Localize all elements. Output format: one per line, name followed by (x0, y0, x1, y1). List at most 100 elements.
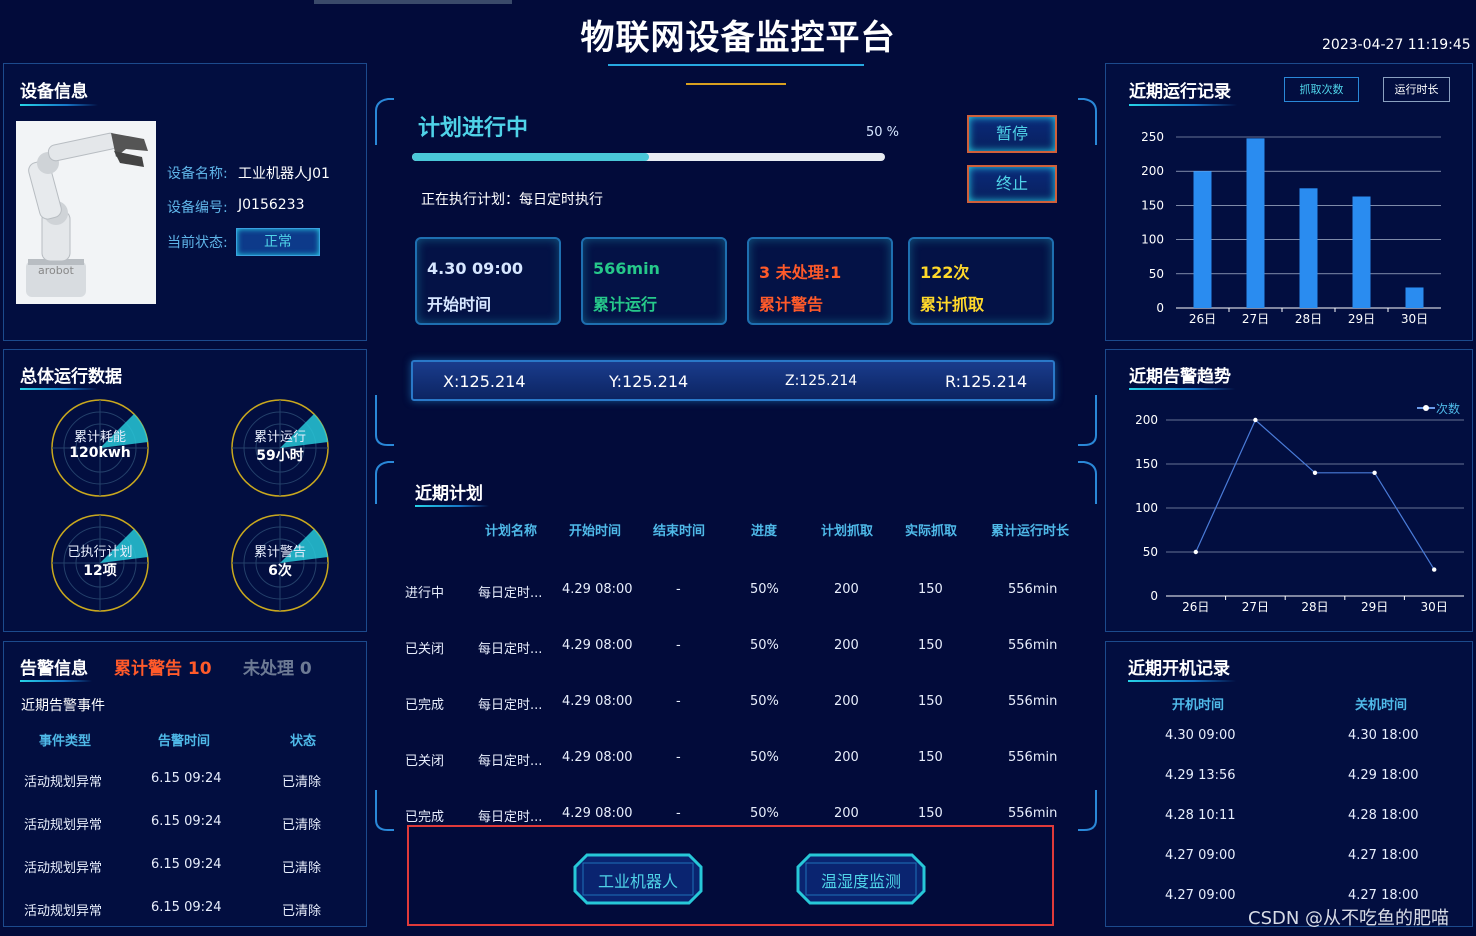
title-underline (20, 104, 98, 106)
table-cell: 200 (834, 694, 859, 709)
stat-card-runtime: 566min 累计运行 (581, 237, 727, 325)
coord-z: Z:125.214 (785, 373, 858, 389)
table-cell: 200 (834, 582, 859, 597)
table-cell: 已关闭 (405, 642, 445, 657)
gauge-runtime: 累计运行 59小时 (230, 398, 330, 498)
gauge-energy: 累计耗能 120kwh (50, 398, 150, 498)
table-cell: 已清除 (282, 904, 322, 919)
x-tick-label: 26日 (1182, 600, 1209, 614)
table-cell: 活动规划异常 (24, 818, 103, 833)
bar (1405, 287, 1424, 308)
table-cell: 已清除 (282, 861, 322, 876)
table-cell: 活动规划异常 (24, 775, 103, 790)
data-point (1253, 417, 1258, 423)
coord-x: X:125.214 (443, 372, 526, 391)
pause-button[interactable]: 暂停 (967, 115, 1057, 153)
progress-label: 50 % (866, 125, 900, 140)
title-underline (20, 680, 92, 682)
table-cell: 4.30 09:00 (1165, 728, 1236, 743)
y-tick-label: 0 (1156, 301, 1164, 315)
device-info-title: 设备信息 (20, 82, 88, 102)
x-tick-label: 28日 (1295, 312, 1322, 326)
table-cell: 6.15 09:24 (151, 814, 222, 829)
watermark: CSDN @从不吃鱼的肥喵 (1248, 908, 1450, 929)
table-cell: 556min (1008, 638, 1058, 653)
tab-alarm-info[interactable]: 告警信息 (20, 654, 88, 679)
y-tick-label: 50 (1143, 545, 1158, 559)
title-underline (20, 388, 98, 390)
col-status: 状态 (290, 734, 317, 749)
stat-value: 3 未处理:1 (759, 263, 842, 282)
humidity-nav-button[interactable]: 温湿度监测 (796, 853, 926, 905)
table-cell: 已完成 (405, 810, 445, 825)
gauge-label: 累计运行 (253, 430, 306, 445)
tab-total-warnings[interactable]: 累计警告 10 (114, 654, 212, 679)
status-badge: 正常 (236, 228, 320, 256)
table-cell: 4.29 08:00 (562, 582, 633, 597)
x-tick-label: 26日 (1189, 312, 1216, 326)
table-cell: 150 (918, 638, 943, 653)
data-point (1312, 470, 1318, 475)
y-tick-label: 100 (1141, 233, 1164, 247)
y-tick-label: 200 (1141, 164, 1164, 178)
table-cell: - (676, 638, 681, 653)
recent-plans-title: 近期计划 (415, 484, 483, 504)
progress-bar (412, 153, 885, 161)
device-status-label: 当前状态: (167, 235, 228, 251)
table-cell: 进行中 (405, 586, 445, 601)
stat-label: 累计运行 (593, 295, 658, 314)
gauge-label: 已执行计划 (67, 545, 133, 560)
bar (1193, 171, 1212, 308)
table-cell: - (676, 806, 681, 821)
table-cell: 556min (1008, 806, 1058, 821)
data-point (1193, 549, 1198, 555)
title-underline-gold (686, 83, 786, 85)
table-cell: - (676, 582, 681, 597)
table-cell: 4.27 09:00 (1165, 848, 1236, 863)
device-name-value: 工业机器人J01 (238, 166, 330, 182)
table-cell: 556min (1008, 582, 1058, 597)
table-cell: 4.29 08:00 (562, 694, 633, 709)
humidity-nav-label: 温湿度监测 (820, 872, 901, 891)
gauge-value: 59小时 (256, 448, 304, 464)
col-total-runtime: 累计运行时长 (991, 524, 1070, 539)
robot-nav-button[interactable]: 工业机器人 (573, 853, 703, 905)
plan-title: 计划进行中 (418, 116, 529, 141)
tab-grab-count[interactable]: 抓取次数 (1284, 77, 1359, 102)
robot-brand: arobot (38, 264, 74, 277)
alarm-trend-title: 近期告警趋势 (1129, 367, 1231, 387)
table-cell: 已清除 (282, 818, 322, 833)
alarm-trend-panel: 近期告警趋势 次数 0 50 100 150 200 26日 27日 28日 29日 30日 (1105, 349, 1473, 632)
gauge-label: 累计警告 (253, 545, 306, 560)
tab-run-duration[interactable]: 运行时长 (1383, 77, 1450, 102)
robot-nav-label: 工业机器人 (597, 872, 678, 891)
y-tick-label: 0 (1150, 589, 1158, 603)
title-underline (415, 505, 489, 507)
table-cell: 150 (918, 750, 943, 765)
col-power-off: 关机时间 (1355, 698, 1408, 713)
nav-highlight-box (407, 825, 1054, 926)
stat-label: 累计警告 (759, 295, 824, 314)
table-cell: 每日定时... (478, 754, 543, 769)
table-cell: 150 (918, 582, 943, 597)
table-cell: 4.28 10:11 (1165, 808, 1236, 823)
power-record-title: 近期开机记录 (1128, 659, 1230, 679)
run-record-panel: 近期运行记录 抓取次数 运行时长 0 50 100 150 200 250 26日 27日 28… (1105, 63, 1473, 341)
stop-button[interactable]: 终止 (967, 165, 1057, 203)
progress-fill (412, 153, 649, 161)
data-point (1432, 567, 1437, 572)
device-id-value: J0156233 (238, 197, 305, 213)
gauge-label: 累计耗能 (73, 430, 126, 445)
x-tick-label: 29日 (1348, 312, 1375, 326)
col-event-type: 事件类型 (39, 734, 92, 749)
y-tick-label: 100 (1135, 501, 1158, 515)
tab-pending[interactable]: 未处理 0 (243, 654, 312, 679)
table-cell: 活动规划异常 (24, 904, 103, 919)
table-cell: 6.15 09:24 (151, 857, 222, 872)
coordinate-bar: X:125.214 Y:125.214 Z:125.214 R:125.214 (411, 360, 1055, 401)
table-cell: 每日定时... (478, 698, 543, 713)
table-cell: 已清除 (282, 775, 322, 790)
table-cell: 已完成 (405, 698, 445, 713)
col-end-time: 结束时间 (653, 524, 706, 539)
col-progress: 进度 (751, 524, 778, 539)
